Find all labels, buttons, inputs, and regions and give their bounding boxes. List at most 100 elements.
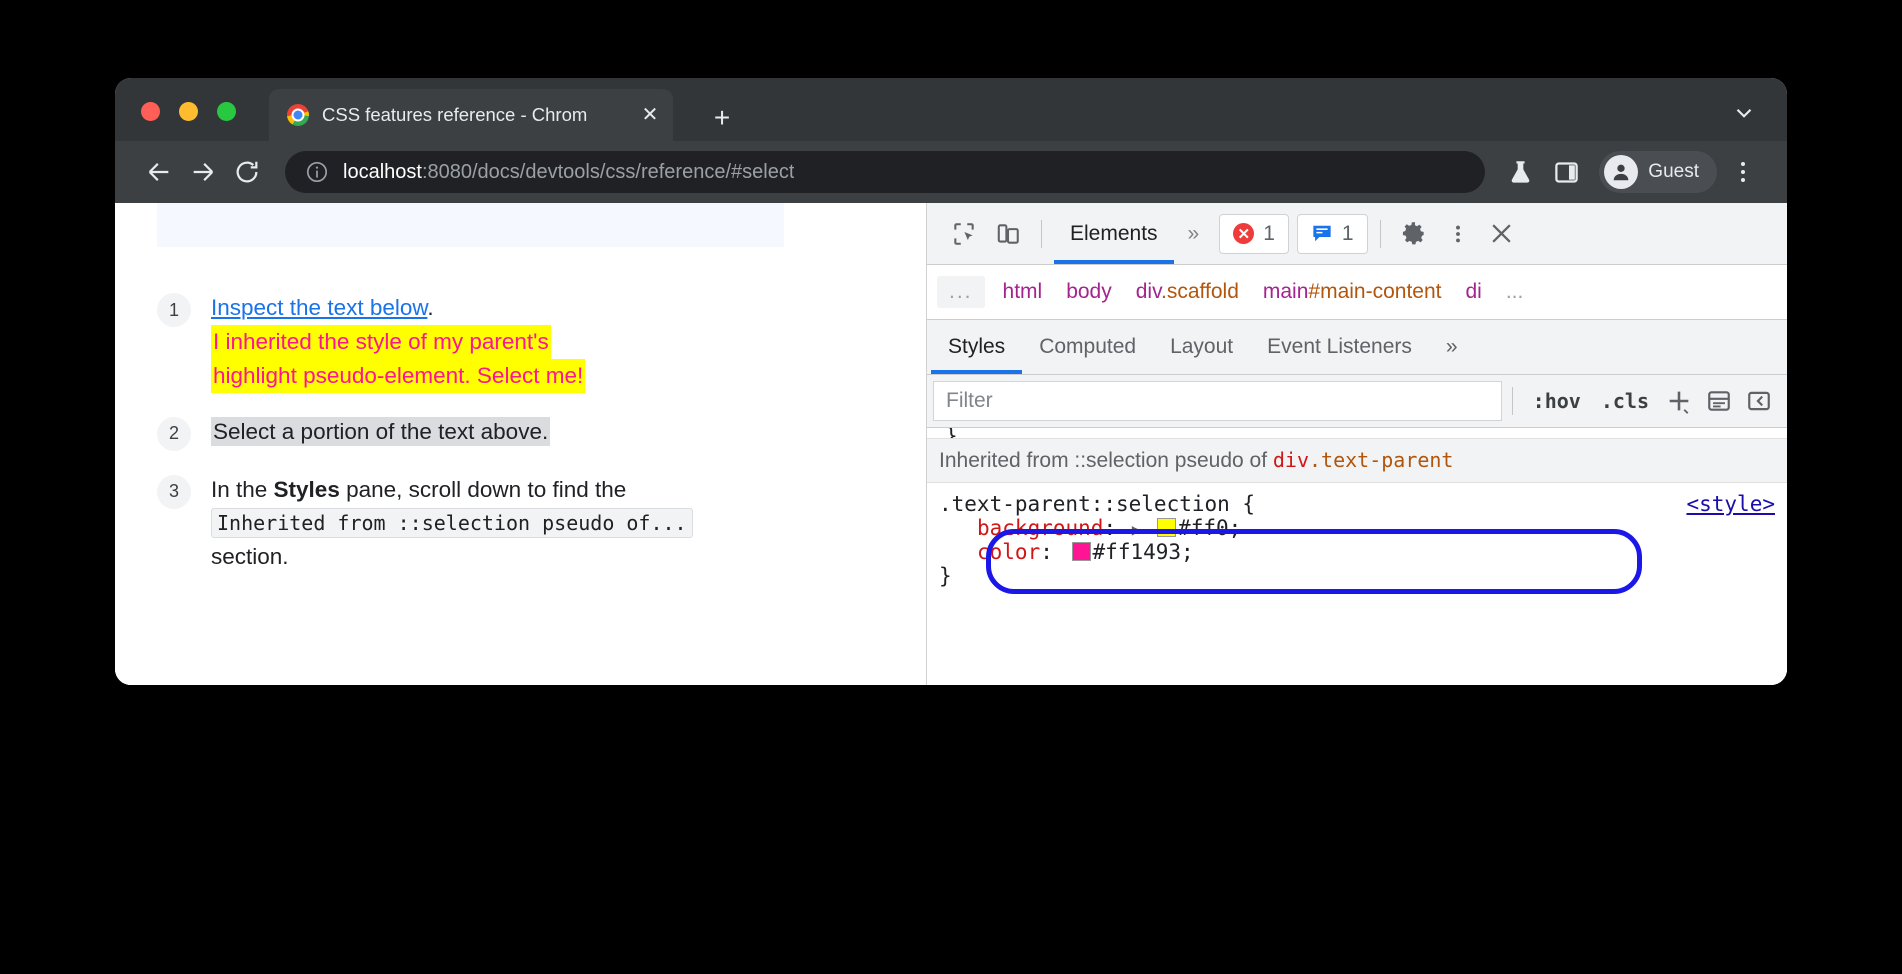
gear-icon[interactable]: [1393, 213, 1435, 255]
minimize-window-button[interactable]: [179, 102, 198, 121]
element-classes-button[interactable]: .cls: [1591, 389, 1659, 413]
toggle-sidebar-icon[interactable]: [1739, 381, 1779, 421]
breadcrumb-overflow-end[interactable]: ...: [1494, 276, 1536, 308]
css-declaration[interactable]: background: ▶ #ff0;: [939, 516, 1775, 540]
color-swatch-background[interactable]: [1157, 518, 1176, 537]
style-source-link[interactable]: <style>: [1686, 492, 1775, 516]
chrome-favicon-icon: [287, 104, 309, 126]
breadcrumb-item-body[interactable]: body: [1054, 276, 1124, 308]
step3-middle: pane, scroll down to find the: [340, 477, 626, 502]
list-item: 3 In the Styles pane, scroll down to fin…: [157, 473, 897, 574]
add-rule-icon[interactable]: [1659, 381, 1699, 421]
breadcrumb-tag: div: [1136, 280, 1161, 303]
device-toolbar-icon[interactable]: [987, 213, 1029, 255]
address-bar-url: localhost:8080/docs/devtools/css/referen…: [343, 161, 794, 184]
tab-computed[interactable]: Computed: [1022, 320, 1153, 374]
inspect-element-icon[interactable]: [943, 213, 985, 255]
inherited-section-code: Inherited from ::selection pseudo of...: [211, 508, 693, 538]
page-banner: [157, 203, 784, 247]
filter-input[interactable]: Filter: [933, 381, 1502, 421]
steps-list: 1 Inspect the text below. I inherited th…: [157, 291, 897, 596]
pane-tabs-overflow-icon[interactable]: »: [1429, 320, 1475, 374]
list-item: 2 Select a portion of the text above.: [157, 415, 897, 451]
url-host: localhost: [343, 161, 422, 183]
new-tab-button[interactable]: +: [705, 104, 739, 132]
breadcrumb-tag: body: [1066, 280, 1112, 303]
color-swatch-color[interactable]: [1072, 542, 1091, 561]
breadcrumb-overflow-start[interactable]: ...: [937, 276, 985, 308]
window-controls[interactable]: [141, 102, 236, 121]
css-property-value[interactable]: #ff0;: [1178, 516, 1241, 540]
toolbar-divider-2: [1380, 220, 1381, 248]
css-property-value[interactable]: #ff1493;: [1093, 540, 1194, 564]
message-count: 1: [1342, 222, 1354, 246]
side-panel-icon[interactable]: [1543, 150, 1589, 194]
toggle-element-state-button[interactable]: :hov: [1523, 389, 1591, 413]
error-count: 1: [1263, 222, 1275, 246]
breadcrumb-item-div[interactable]: di: [1453, 276, 1493, 308]
css-selector[interactable]: .text-parent::selection {: [939, 492, 1775, 516]
tab-elements[interactable]: Elements: [1054, 204, 1174, 264]
back-button[interactable]: [137, 150, 181, 194]
experiments-flask-icon[interactable]: [1497, 150, 1543, 194]
css-rule: .text-parent::selection { <style> backgr…: [939, 483, 1775, 588]
tab-search-chevron-down-icon[interactable]: [1731, 100, 1757, 131]
highlighted-text-line-2[interactable]: highlight pseudo-element. Select me!: [211, 359, 585, 393]
browser-tab[interactable]: CSS features reference - Chrom ✕: [269, 89, 673, 141]
forward-button[interactable]: [181, 150, 225, 194]
message-count-badge[interactable]: 1: [1297, 214, 1368, 254]
css-rule-closing-brace: }: [939, 564, 1775, 588]
inherited-tag-name: div: [1273, 448, 1309, 472]
window-content: 1 Inspect the text below. I inherited th…: [115, 203, 1787, 685]
message-icon: [1311, 224, 1333, 243]
error-icon: ✕: [1233, 223, 1254, 244]
step-number: 3: [157, 475, 191, 509]
tab-layout[interactable]: Layout: [1153, 320, 1250, 374]
browser-toolbar: localhost:8080/docs/devtools/css/referen…: [115, 141, 1787, 203]
styles-pane-tabs: Styles Computed Layout Event Listeners »: [927, 320, 1787, 375]
browser-window: CSS features reference - Chrom ✕ +: [115, 78, 1787, 685]
inspect-text-link[interactable]: Inspect the text below: [211, 295, 427, 320]
list-item: 1 Inspect the text below. I inherited th…: [157, 291, 897, 393]
highlighted-text-line-1[interactable]: I inherited the style of my parent's: [211, 325, 551, 359]
tab-title: CSS features reference - Chrom: [322, 104, 637, 126]
chrome-menu-button[interactable]: [1723, 150, 1763, 194]
styles-rule-list: } Inherited from ::selection pseudo of d…: [927, 428, 1787, 685]
address-bar[interactable]: localhost:8080/docs/devtools/css/referen…: [285, 151, 1485, 193]
expand-shorthand-icon[interactable]: ▶: [1129, 520, 1145, 539]
devtools-tabs-overflow-icon[interactable]: »: [1176, 222, 1212, 246]
inherited-source-selector[interactable]: div.text-parent: [1273, 448, 1454, 472]
css-declaration[interactable]: color: #ff1493;: [939, 540, 1775, 564]
tab-styles[interactable]: Styles: [931, 320, 1022, 374]
step3-prefix: In the: [211, 477, 274, 502]
inherited-label: Inherited from ::selection pseudo of: [939, 449, 1273, 472]
site-info-icon[interactable]: [305, 160, 329, 184]
step-content: In the Styles pane, scroll down to find …: [211, 473, 711, 574]
reload-button[interactable]: [225, 150, 269, 194]
css-property-name[interactable]: color: [977, 540, 1040, 564]
url-path: :8080/docs/devtools/css/reference/#selec…: [422, 161, 794, 183]
breadcrumb-tag: html: [1003, 280, 1043, 303]
avatar: [1604, 155, 1638, 189]
step-content: Select a portion of the text above.: [211, 415, 550, 451]
breadcrumb-tag: di: [1465, 280, 1481, 303]
maximize-window-button[interactable]: [217, 102, 236, 121]
error-count-badge[interactable]: ✕ 1: [1219, 214, 1289, 254]
breadcrumb: ... html body div.scaffold main#main-con…: [927, 265, 1787, 320]
close-tab-button[interactable]: ✕: [637, 105, 663, 125]
devtools-toolbar: Elements » ✕ 1 1: [927, 203, 1787, 265]
close-devtools-icon[interactable]: [1481, 213, 1523, 255]
css-property-name[interactable]: background: [977, 516, 1103, 540]
kebab-menu-icon[interactable]: [1437, 213, 1479, 255]
toggle-computed-icon[interactable]: [1699, 381, 1739, 421]
breadcrumb-item-html[interactable]: html: [991, 276, 1055, 308]
step-punctuation: .: [427, 295, 433, 320]
profile-chip[interactable]: Guest: [1599, 151, 1717, 193]
styles-filter-bar: Filter :hov .cls: [927, 375, 1787, 428]
breadcrumb-item-div-scaffold[interactable]: div.scaffold: [1124, 276, 1251, 308]
breadcrumb-item-main-content[interactable]: main#main-content: [1251, 276, 1454, 308]
breadcrumb-class: .scaffold: [1161, 280, 1239, 303]
tab-event-listeners[interactable]: Event Listeners: [1250, 320, 1429, 374]
close-window-button[interactable]: [141, 102, 160, 121]
filter-divider: [1512, 387, 1513, 415]
